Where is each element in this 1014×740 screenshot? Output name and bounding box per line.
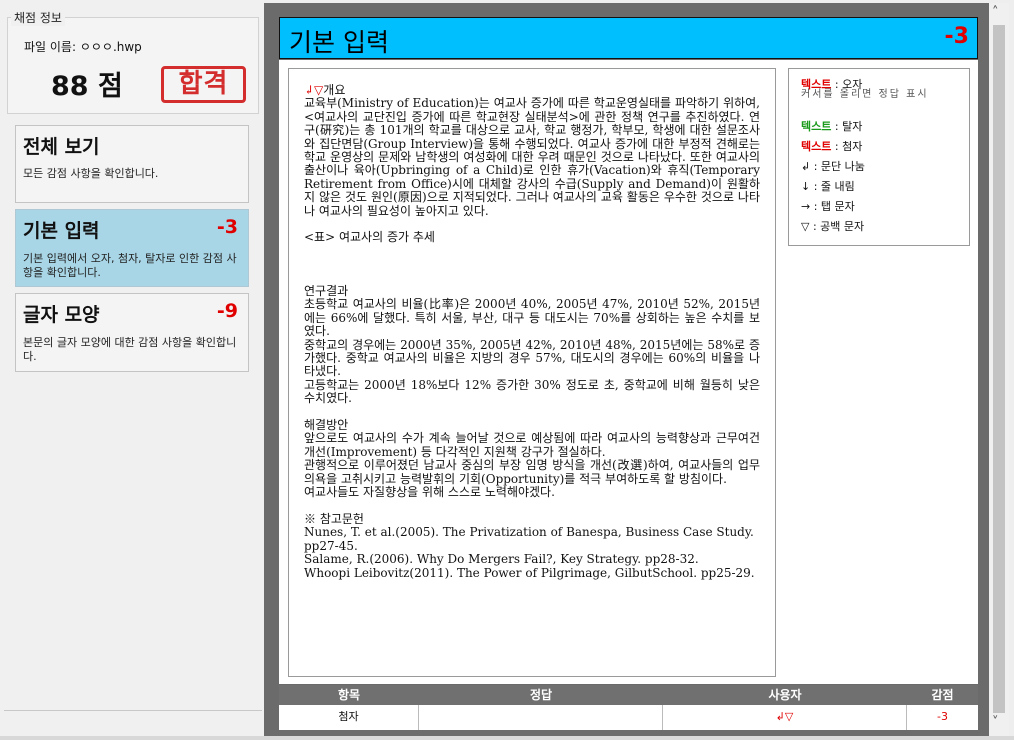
scroll-down-icon[interactable]: ˅ bbox=[992, 715, 999, 730]
doc-table-caption: <표> 여교사의 증가 추세 bbox=[304, 230, 435, 245]
section-title: 기본 입력 bbox=[289, 28, 389, 57]
doc-paragraph: 중학교의 경우에는 2000년 35%, 2005년 42%, 2010년 48… bbox=[304, 337, 760, 379]
cell-item: 첨자 bbox=[279, 705, 419, 730]
card-title: 글자 모양 bbox=[23, 304, 100, 326]
doc-paragraph: 초등학교 여교사의 비율(比率)은 2000년 40%, 2005년 47%, … bbox=[304, 297, 760, 339]
legend-paragraph: ↲ : 문단 나눔 bbox=[801, 160, 865, 173]
divider bbox=[4, 710, 262, 711]
doc-paragraph: 관행적으로 이루어졌던 남교사 중심의 부장 임명 방식을 개선(改選)하여, … bbox=[304, 458, 760, 486]
mark-legend: 텍스트 : 오자 커서를 올리면 정답 표시 텍스트 : 탈자 텍스트 : 첨자… bbox=[788, 68, 970, 246]
doc-heading: ※ 참고문헌 bbox=[304, 511, 364, 526]
legend-missing: 텍스트 : 탈자 bbox=[801, 120, 863, 133]
penalty-table-header: 항목 정답 사용자 감점 bbox=[279, 685, 978, 705]
doc-reference: Salame, R.(2006). Why Do Mergers Fail?, … bbox=[304, 552, 699, 567]
doc-reference: Whoopi Leibovitz(2011). The Power of Pil… bbox=[304, 565, 755, 580]
col-user: 사용자 bbox=[768, 688, 802, 702]
col-points: 감점 bbox=[931, 688, 954, 702]
document-preview[interactable]: ↲▽개요 교육부(Ministry of Education)는 여교사 증가에… bbox=[288, 68, 776, 677]
score: 88 점 bbox=[51, 71, 123, 102]
cell-answer bbox=[419, 705, 663, 730]
card-overview[interactable]: 전체 보기 모든 감점 사항을 확인합니다. bbox=[15, 125, 249, 203]
cell-points: -3 bbox=[937, 710, 948, 723]
card-title: 기본 입력 bbox=[23, 220, 100, 242]
scroll-up-icon[interactable]: ˄ bbox=[992, 5, 999, 20]
section-header: 기본 입력 -3 bbox=[279, 17, 978, 59]
doc-line-overview: ↲▽개요 bbox=[304, 83, 346, 97]
col-item: 항목 bbox=[337, 688, 361, 702]
doc-paragraph: 고등학교는 2000년 18%보다 12% 증가한 30% 정도로 초, 중학교… bbox=[304, 377, 760, 406]
legend-space: ▽ : 공백 문자 bbox=[801, 220, 865, 233]
pass-stamp: 합격 bbox=[161, 66, 246, 103]
card-basic-input[interactable]: 기본 입력 -3 기본 입력에서 오자, 첨자, 탈자로 인한 감점 사항을 확… bbox=[15, 209, 249, 287]
grading-info-group: 파일 이름: ㅇㅇㅇ.hwp 88 점 합격 bbox=[7, 17, 259, 114]
paragraph-space-mark[interactable]: ↲▽ bbox=[304, 83, 323, 97]
section-points: -3 bbox=[944, 24, 969, 49]
grading-info-legend: 채점 정보 bbox=[11, 9, 65, 26]
grading-panel: 파일 이름: ㅇㅇㅇ.hwp 88 점 합격 채점 정보 전체 보기 모든 감점… bbox=[0, 0, 264, 740]
card-points: -9 bbox=[216, 300, 238, 322]
doc-paragraph: 교육부(Ministry of Education)는 여교사 증가에 따른 학… bbox=[304, 96, 760, 218]
card-desc: 모든 감점 사항을 확인합니다. bbox=[23, 167, 159, 180]
window-bottom-edge bbox=[0, 736, 1014, 740]
card-title: 전체 보기 bbox=[23, 136, 100, 158]
doc-paragraph: 앞으로도 여교사의 수가 계속 늘어날 것으로 예상됨에 따라 여교사의 능력향… bbox=[304, 431, 760, 459]
col-answer: 정답 bbox=[529, 688, 553, 702]
cell-user: ↲▽ bbox=[663, 705, 907, 730]
legend-tab: → : 탭 문자 bbox=[801, 200, 855, 213]
table-row[interactable]: 첨자 ↲▽ -3 bbox=[279, 705, 978, 730]
card-char-shape[interactable]: 글자 모양 -9 본문의 글자 모양에 대한 감점 사항을 확인합니다. bbox=[15, 293, 249, 372]
legend-line-break: ↓ : 줄 내림 bbox=[801, 180, 855, 193]
legend-subscript: 텍스트 : 첨자 bbox=[801, 140, 863, 153]
legend-typo-hint: 커서를 올리면 정답 표시 bbox=[801, 89, 929, 100]
scroll-thumb[interactable] bbox=[993, 25, 1005, 713]
doc-heading: 해결방안 bbox=[304, 418, 349, 433]
vertical-scrollbar[interactable]: ˄ ˅ bbox=[989, 3, 1009, 736]
document-body: ↲▽개요 교육부(Ministry of Education)는 여교사 증가에… bbox=[304, 83, 760, 580]
file-name: 파일 이름: ㅇㅇㅇ.hwp bbox=[24, 40, 142, 54]
card-points: -3 bbox=[216, 216, 238, 238]
doc-paragraph: 여교사들도 자질향상을 위해 스스로 노력해야겠다. bbox=[304, 485, 555, 500]
doc-reference: Nunes, T. et al.(2005). The Privatizatio… bbox=[304, 525, 754, 553]
card-desc: 본문의 글자 모양에 대한 감점 사항을 확인합니다. bbox=[23, 336, 237, 363]
card-desc: 기본 입력에서 오자, 첨자, 탈자로 인한 감점 사항을 확인합니다. bbox=[23, 252, 237, 279]
